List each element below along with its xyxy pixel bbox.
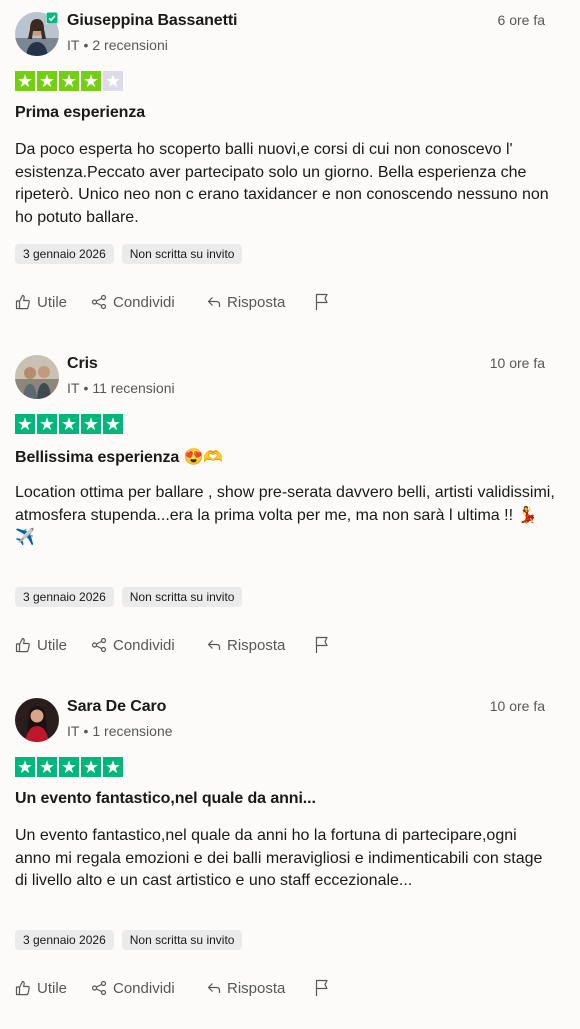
review-date-badge: 3 gennaio 2026 xyxy=(15,587,114,607)
useful-button[interactable]: Utile xyxy=(15,637,91,654)
review-actions: Utile Condividi Risposta xyxy=(15,636,330,654)
report-button[interactable] xyxy=(314,293,330,311)
review-tags: 3 gennaio 2026 Non scritta su invito xyxy=(15,930,243,950)
share-icon xyxy=(91,637,107,653)
share-icon xyxy=(91,294,107,310)
thumbs-up-icon xyxy=(15,637,30,653)
avatar[interactable] xyxy=(15,355,59,399)
review-time: 10 ore fa xyxy=(489,698,545,714)
thumbs-up-icon xyxy=(15,980,30,996)
flag-icon xyxy=(315,636,328,653)
star-icon xyxy=(15,414,35,434)
review-actions: Utile Condividi Risposta xyxy=(15,293,330,311)
reply-icon xyxy=(207,297,221,307)
review-actions: Utile Condividi Risposta xyxy=(15,979,330,997)
star-icon xyxy=(37,71,57,91)
star-icon xyxy=(103,757,123,777)
reviewer-review-count: 1 recensione xyxy=(92,723,173,739)
reviewer-country: IT xyxy=(67,37,80,53)
reviewer-name[interactable]: Cris xyxy=(67,355,98,373)
star-icon xyxy=(59,414,79,434)
useful-label: Utile xyxy=(37,636,68,654)
reviewer-review-count: 11 recensioni xyxy=(92,380,175,396)
reviewer-meta: IT • 2 recensioni xyxy=(67,37,168,53)
review-date-badge: 3 gennaio 2026 xyxy=(15,930,114,950)
reply-button[interactable]: Risposta xyxy=(207,637,314,654)
reviewer-review-count: 2 recensioni xyxy=(92,37,168,53)
star-icon xyxy=(81,71,101,91)
share-label: Condividi xyxy=(113,979,175,997)
review-title[interactable]: Prima esperienza xyxy=(15,104,145,122)
review-card: Cris IT • 11 recensioni 10 ore fa Bellissi… xyxy=(0,343,580,686)
reply-label: Risposta xyxy=(227,979,286,997)
reply-icon xyxy=(207,640,221,650)
review-title[interactable]: Bellissima esperienza 😍🫶 xyxy=(15,447,223,467)
reply-label: Risposta xyxy=(227,636,286,654)
report-button[interactable] xyxy=(314,636,330,654)
reply-label: Risposta xyxy=(227,293,286,311)
reply-button[interactable]: Risposta xyxy=(207,294,314,311)
reviewer-meta: IT • 1 recensione xyxy=(67,723,173,739)
share-icon xyxy=(91,980,107,996)
share-button[interactable]: Condividi xyxy=(91,980,207,997)
star-icon xyxy=(59,757,79,777)
reviewer-name[interactable]: Giuseppina Bassanetti xyxy=(67,12,238,30)
review-tags: 3 gennaio 2026 Non scritta su invito xyxy=(15,244,243,264)
reply-button[interactable]: Risposta xyxy=(207,980,314,997)
review-card: Sara De Caro IT • 1 recensione 10 ore fa U… xyxy=(0,686,580,1029)
review-time: 10 ore fa xyxy=(489,355,545,371)
star-icon xyxy=(81,757,101,777)
review-body: Location ottima per ballare , show pre-s… xyxy=(15,484,555,546)
share-button[interactable]: Condividi xyxy=(91,637,207,654)
star-icon xyxy=(103,414,123,434)
useful-label: Utile xyxy=(37,979,68,997)
star-icon xyxy=(15,71,35,91)
reviewer-country: IT xyxy=(67,380,80,396)
share-label: Condividi xyxy=(113,293,175,311)
star-icon xyxy=(59,71,79,91)
review-time: 6 ore fa xyxy=(497,12,545,28)
review-title[interactable]: Un evento fantastico,nel quale da anni..… xyxy=(15,790,316,808)
star-rating xyxy=(15,71,123,91)
reply-icon xyxy=(207,983,221,993)
reviewer-country: IT xyxy=(67,723,80,739)
useful-button[interactable]: Utile xyxy=(15,294,91,311)
star-icon xyxy=(15,757,35,777)
invite-status-badge: Non scritta su invito xyxy=(121,587,243,607)
reviewer-name[interactable]: Sara De Caro xyxy=(67,698,166,716)
invite-status-badge: Non scritta su invito xyxy=(121,930,243,950)
useful-label: Utile xyxy=(37,293,68,311)
share-label: Condividi xyxy=(113,636,175,654)
verified-badge-icon xyxy=(46,12,58,24)
star-icon xyxy=(103,71,123,91)
invite-status-badge: Non scritta su invito xyxy=(121,244,243,264)
star-icon xyxy=(37,757,57,777)
star-rating xyxy=(15,414,123,434)
review-card: Giuseppina Bassanetti IT • 2 recensioni 6 … xyxy=(0,0,580,343)
reviewer-meta: IT • 11 recensioni xyxy=(67,380,175,396)
review-body: Un evento fantastico,nel quale da anni h… xyxy=(15,827,543,889)
star-icon xyxy=(37,414,57,434)
review-tags: 3 gennaio 2026 Non scritta su invito xyxy=(15,587,243,607)
thumbs-up-icon xyxy=(15,294,30,310)
useful-button[interactable]: Utile xyxy=(15,980,91,997)
star-icon xyxy=(81,414,101,434)
flag-icon xyxy=(315,293,328,310)
avatar[interactable] xyxy=(15,698,59,742)
review-date-badge: 3 gennaio 2026 xyxy=(15,244,114,264)
share-button[interactable]: Condividi xyxy=(91,294,207,311)
flag-icon xyxy=(315,979,328,996)
review-body: Da poco esperta ho scoperto balli nuovi,… xyxy=(15,141,549,226)
star-rating xyxy=(15,757,123,777)
report-button[interactable] xyxy=(314,979,330,997)
